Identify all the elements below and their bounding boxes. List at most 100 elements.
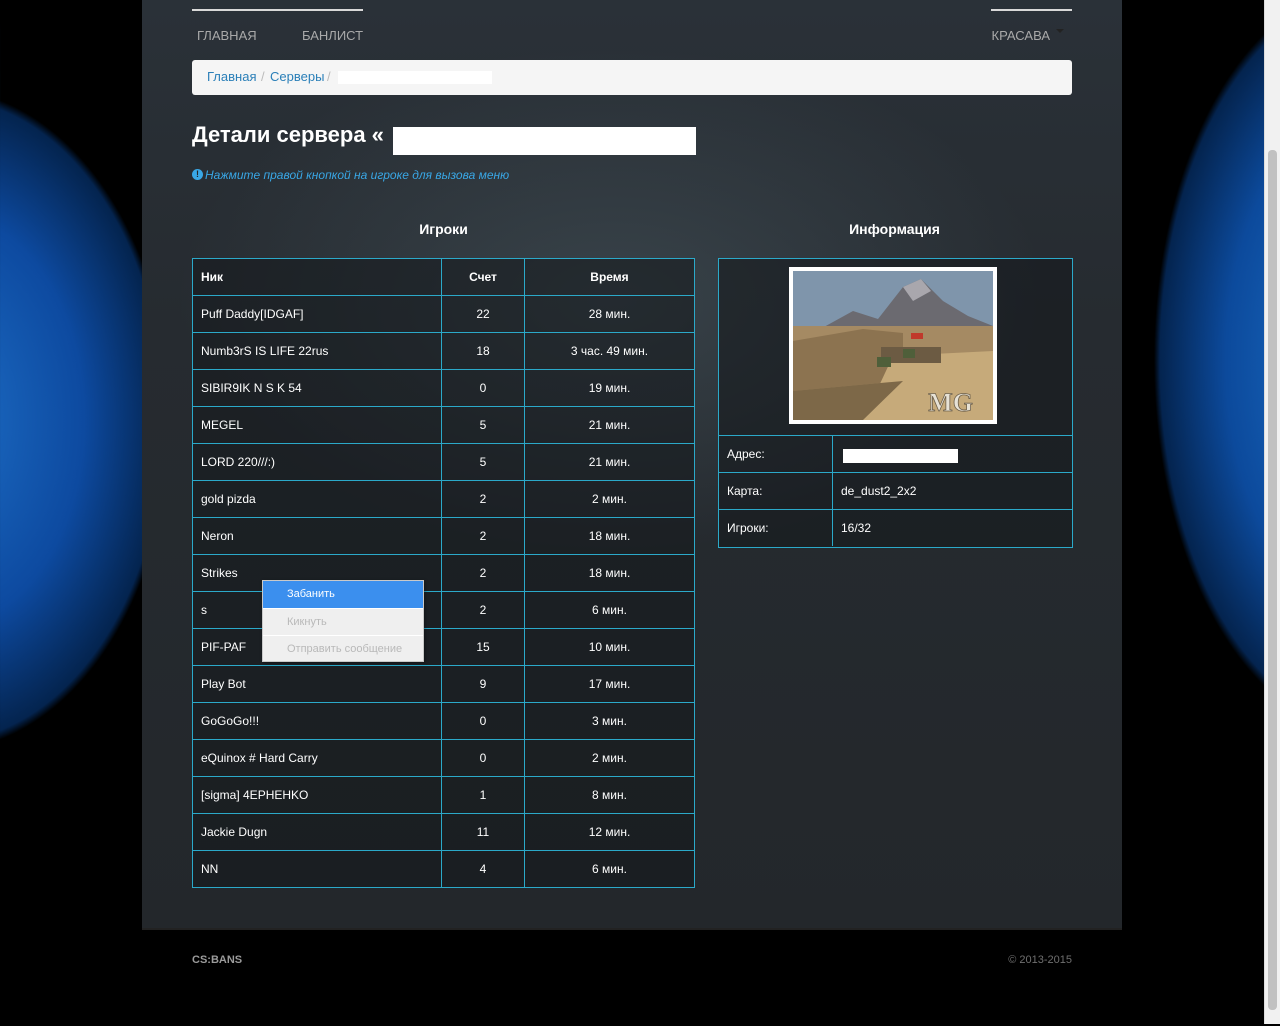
player-score: 0 [441, 739, 525, 777]
player-nick: Numb3rS IS LIFE 22rus [192, 332, 442, 370]
player-time: 28 мин. [524, 295, 695, 333]
nav-user-dropdown[interactable]: КРАСАВА [992, 28, 1064, 43]
player-time: 19 мин. [524, 369, 695, 407]
nav-user-indicator [991, 9, 1072, 11]
info-row-address: Адрес: [719, 435, 1072, 473]
player-nick: [sigma] 4EPHEHKO [192, 776, 442, 814]
map-label: Карта: [719, 472, 833, 510]
footer-copyright: © 2013-2015 [1008, 954, 1072, 966]
table-row[interactable]: gold pizda 2 2 мин. [192, 480, 695, 518]
table-row[interactable]: NN 4 6 мин. [192, 850, 695, 888]
player-nick: MEGEL [192, 406, 442, 444]
player-time: 3 мин. [524, 702, 695, 740]
table-row[interactable]: eQuinox # Hard Carry 0 2 мин. [192, 739, 695, 777]
nav-active-indicator [192, 9, 363, 11]
player-score: 2 [441, 554, 525, 592]
menu-item-send-message[interactable]: Отправить сообщение [263, 635, 423, 662]
scrollbar-thumb[interactable] [1268, 150, 1277, 1010]
table-row[interactable]: Jackie Dugn 11 12 мин. [192, 813, 695, 851]
player-nick: Neron [192, 517, 442, 555]
breadcrumb-servers-link[interactable]: Серверы [270, 69, 324, 84]
player-score: 1 [441, 776, 525, 814]
table-row[interactable]: MEGEL 5 21 мин. [192, 406, 695, 444]
player-score: 9 [441, 665, 525, 703]
player-nick: NN [192, 850, 442, 888]
info-circle-icon: ! [192, 169, 203, 181]
players-table: Ник Счет Время Puff Daddy[IDGAF] 22 28 мин… [192, 258, 695, 888]
player-score: 2 [441, 517, 525, 555]
breadcrumb-home-link[interactable]: Главная [207, 69, 256, 84]
info-heading: Информация [849, 221, 940, 237]
breadcrumb-separator: / [327, 69, 331, 84]
nav-home-link[interactable]: ГЛАВНАЯ [197, 28, 257, 43]
player-nick: eQuinox # Hard Carry [192, 739, 442, 777]
player-time: 6 мин. [524, 850, 695, 888]
player-time: 10 мин. [524, 628, 695, 666]
breadcrumb-separator: / [261, 69, 265, 84]
map-watermark: MG [928, 388, 973, 417]
server-info-table: Адрес: Карта: de_dust2_2x2 Игроки: 16/32 [719, 435, 1072, 546]
context-menu-hint: ! Нажмите правой кнопкой на игроке для вы… [192, 168, 509, 182]
menu-item-ban[interactable]: Забанить [263, 581, 423, 608]
player-score: 15 [441, 628, 525, 666]
redacted-title-server-name [393, 127, 696, 155]
player-time: 12 мин. [524, 813, 695, 851]
player-nick: Play Bot [192, 665, 442, 703]
table-row[interactable]: LORD 220///:) 5 21 мин. [192, 443, 695, 481]
footer-brand: CS:BANS [192, 954, 243, 966]
player-score: 0 [441, 369, 525, 407]
table-row[interactable]: SIBIR9IK N S K 54 0 19 мин. [192, 369, 695, 407]
map-value: de_dust2_2x2 [832, 472, 1072, 510]
player-context-menu: Забанить Кикнуть Отправить сообщение [262, 580, 424, 662]
top-navbar: ГЛАВНАЯ БАНЛИСТ КРАСАВА [192, 0, 1072, 55]
player-time: 8 мин. [524, 776, 695, 814]
player-time: 18 мин. [524, 554, 695, 592]
redacted-address [843, 449, 958, 463]
table-row[interactable]: GoGoGo!!! 0 3 мин. [192, 702, 695, 740]
player-score: 11 [441, 813, 525, 851]
footer: CS:BANS © 2013-2015 [142, 928, 1122, 1026]
players-heading: Игроки [419, 221, 468, 237]
player-time: 2 мин. [524, 480, 695, 518]
hint-text: Нажмите правой кнопкой на игроке для выз… [205, 168, 510, 182]
info-row-map: Карта: de_dust2_2x2 [719, 472, 1072, 510]
player-score: 2 [441, 480, 525, 518]
player-nick: Puff Daddy[IDGAF] [192, 295, 442, 333]
page-scrollbar[interactable] [1264, 0, 1280, 1024]
page-title-text: Детали сервера « [192, 122, 384, 147]
redacted-server-name [338, 71, 492, 84]
player-time: 2 мин. [524, 739, 695, 777]
info-row-players: Игроки: 16/32 [719, 509, 1072, 546]
map-screenshot-image: MG [793, 271, 993, 420]
player-time: 17 мин. [524, 665, 695, 703]
player-nick: GoGoGo!!! [192, 702, 442, 740]
player-nick: gold pizda [192, 480, 442, 518]
menu-item-kick[interactable]: Кикнуть [263, 608, 423, 635]
address-value [832, 435, 1072, 473]
nav-user-label: КРАСАВА [991, 28, 1050, 43]
player-score: 18 [441, 332, 525, 370]
table-row[interactable]: Numb3rS IS LIFE 22rus 18 3 час. 49 мин. [192, 332, 695, 370]
table-row[interactable]: [sigma] 4EPHEHKO 1 8 мин. [192, 776, 695, 814]
map-preview: MG [789, 267, 997, 424]
player-time: 6 мин. [524, 591, 695, 629]
player-nick: LORD 220///:) [192, 443, 442, 481]
breadcrumb: Главная / Серверы / [192, 60, 1072, 95]
column-header-nick: Ник [192, 258, 442, 296]
table-row[interactable]: Neron 2 18 мин. [192, 517, 695, 555]
column-header-score: Счет [441, 258, 525, 296]
address-label: Адрес: [719, 435, 833, 473]
players-value: 16/32 [832, 509, 1072, 546]
map-image: MG [793, 271, 993, 420]
server-info-panel: MG Адрес: Карта: de_dust2_2x2 Игроки: 16… [718, 258, 1073, 548]
player-score: 0 [441, 702, 525, 740]
table-row[interactable]: Play Bot 9 17 мин. [192, 665, 695, 703]
table-row[interactable]: Puff Daddy[IDGAF] 22 28 мин. [192, 295, 695, 333]
player-score: 5 [441, 406, 525, 444]
players-label: Игроки: [719, 509, 833, 546]
caret-down-icon [1056, 28, 1064, 33]
column-header-time: Время [524, 258, 695, 296]
player-score: 22 [441, 295, 525, 333]
player-score: 2 [441, 591, 525, 629]
nav-banlist-link[interactable]: БАНЛИСТ [302, 28, 363, 43]
